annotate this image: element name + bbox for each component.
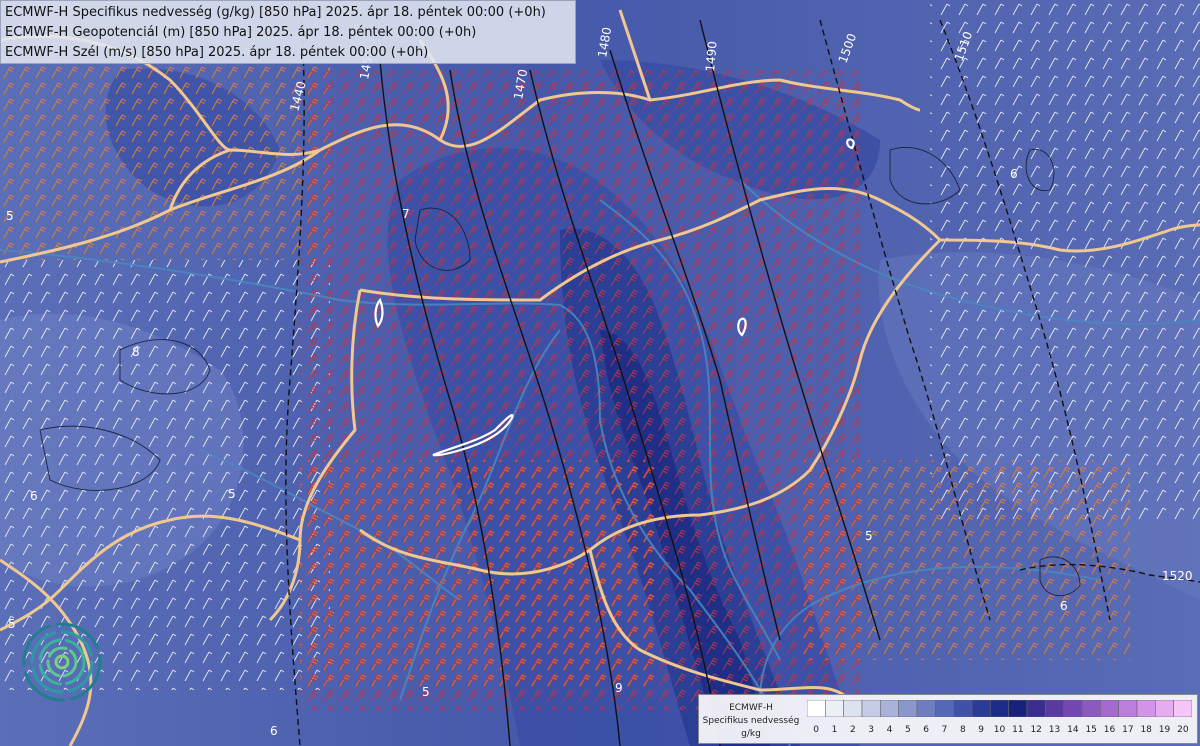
legend-swatch-3 <box>861 700 881 717</box>
legend-swatch-13 <box>1045 700 1064 717</box>
legend-tick-3: 3 <box>868 725 874 735</box>
legend-swatch-7 <box>935 700 954 717</box>
legend-tick-18: 18 <box>1140 725 1152 735</box>
humidity-label-6c: 6 <box>1060 599 1068 613</box>
legend-tick-15: 15 <box>1085 725 1096 735</box>
legend-tick-20: 20 <box>1177 725 1189 735</box>
color-legend: ECMWF-H Specifikus nedvesség g/kg 012345… <box>698 694 1198 744</box>
legend-tick-7: 7 <box>942 725 948 735</box>
legend-swatch-16 <box>1100 700 1119 717</box>
legend-tick-16: 16 <box>1104 725 1116 735</box>
humidity-label-5d: 5 <box>422 685 430 699</box>
legend-tick-4: 4 <box>887 725 893 735</box>
legend-tick-11: 11 <box>1012 725 1023 735</box>
humidity-label-7a: 7 <box>402 207 410 221</box>
legend-swatch-10 <box>990 700 1009 717</box>
legend-swatch-19 <box>1155 700 1174 717</box>
legend-swatch-18 <box>1136 700 1156 717</box>
humidity-label-6b: 6 <box>1010 167 1018 181</box>
isoline-label-1490: 1490 <box>703 41 720 73</box>
legend-swatch-2 <box>843 700 863 717</box>
legend-swatch-0 <box>807 700 826 717</box>
humidity-label-5a: 5 <box>6 209 14 223</box>
legend-swatch-17 <box>1118 700 1138 717</box>
header-humidity-title: ECMWF-H Specifikus nedvesség (g/kg) [850… <box>5 5 546 20</box>
map-header: ECMWF-H Specifikus nedvesség (g/kg) [850… <box>0 0 576 64</box>
humidity-label-9a: 9 <box>615 681 623 695</box>
humidity-label-6d: 6 <box>270 724 278 738</box>
legend-swatch-14 <box>1063 700 1083 717</box>
legend-tick-1: 1 <box>832 725 838 735</box>
humidity-label-5c: 5 <box>865 529 873 543</box>
legend-tick-10: 10 <box>994 725 1006 735</box>
legend-tick-14: 14 <box>1067 725 1079 735</box>
header-wind-title: ECMWF-H Szél (m/s) [850 hPa] 2025. ápr 1… <box>5 45 429 60</box>
legend-swatch-20 <box>1173 700 1192 717</box>
wind-barbs-medium-west <box>0 60 330 260</box>
legend-tick-9: 9 <box>978 725 984 735</box>
isoline-label-1520: 1520 <box>1162 569 1193 583</box>
legend-tick-labels: 0 1 2 3 4 5 6 7 8 9 10 11 12 13 14 15 16 17 18 19 20 <box>813 725 1189 735</box>
header-geopotential-title: ECMWF-H Geopotenciál (m) [850 hPa] 2025.… <box>5 25 477 40</box>
legend-tick-19: 19 <box>1159 725 1171 735</box>
legend-tick-6: 6 <box>923 725 929 735</box>
wind-barbs-strong <box>300 70 860 710</box>
humidity-label-8a: 8 <box>132 345 140 359</box>
legend-tick-8: 8 <box>960 725 966 735</box>
legend-swatch-1 <box>825 700 844 717</box>
legend-swatch-6 <box>916 700 936 717</box>
legend-color-bar <box>807 700 1192 717</box>
legend-tick-17: 17 <box>1122 725 1133 735</box>
weather-map: 1440 1450 1470 1480 1490 1500 1510 1520 … <box>0 0 1200 746</box>
legend-tick-2: 2 <box>850 725 856 735</box>
legend-tick-5: 5 <box>905 725 911 735</box>
humidity-label-6a: 6 <box>30 489 38 503</box>
legend-tick-0: 0 <box>813 725 819 735</box>
wind-barbs-weak-east <box>930 0 1200 520</box>
legend-tick-13: 13 <box>1049 725 1060 735</box>
legend-model: ECMWF-H <box>729 703 773 713</box>
legend-tick-12: 12 <box>1030 725 1041 735</box>
legend-swatch-11 <box>1008 700 1028 717</box>
legend-swatch-12 <box>1026 700 1046 717</box>
legend-swatch-4 <box>880 700 899 717</box>
legend-unit: g/kg <box>741 729 761 739</box>
humidity-label-5e: 5 <box>8 617 16 631</box>
legend-swatch-15 <box>1081 700 1101 717</box>
humidity-label-5b: 5 <box>228 487 236 501</box>
legend-swatch-9 <box>971 700 991 717</box>
legend-variable: Specifikus nedvesség <box>702 716 800 726</box>
legend-swatch-8 <box>953 700 973 717</box>
legend-swatch-5 <box>898 700 918 717</box>
